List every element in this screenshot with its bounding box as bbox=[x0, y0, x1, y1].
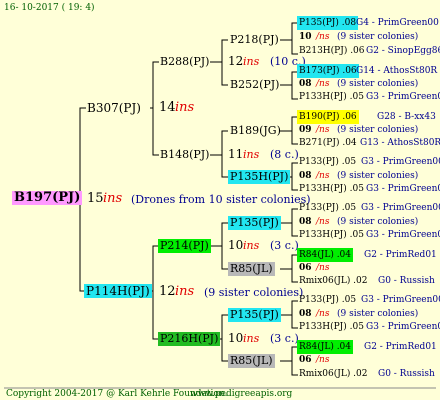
gen4-bottom-queen[interactable]: B213H(PJ) .06 bbox=[299, 46, 365, 56]
gen4-ins: /ns bbox=[316, 32, 330, 42]
gen4-bottom-line: G3 - PrimGreen00 bbox=[366, 230, 440, 240]
gen4-top-queen[interactable]: B190(PJ) .06 bbox=[297, 110, 359, 124]
gen4-bottom-queen[interactable]: P133H(PJ) .05 bbox=[299, 322, 364, 332]
gen2-d-count: 10 bbox=[228, 331, 244, 345]
gen4-bottom-queen[interactable]: B271(PJ) .04 bbox=[299, 138, 357, 148]
gen2-d-queen[interactable]: P216H(PJ) bbox=[158, 332, 221, 346]
gen4-ins: /ns bbox=[316, 309, 330, 319]
gen4-ins: /ns bbox=[316, 355, 330, 365]
gen4-count: 08 bbox=[299, 79, 312, 89]
gen4-note: (9 sister colonies) bbox=[337, 32, 419, 42]
gen4-bottom-queen[interactable]: P133H(PJ) .05 bbox=[299, 92, 364, 102]
gen4-top-line: G14 - AthosSt80R bbox=[356, 66, 438, 76]
gen3-d2-queen[interactable]: R85(JL) bbox=[228, 354, 275, 368]
gen3-d1-queen[interactable]: P135(PJ) bbox=[228, 308, 281, 322]
root-drone-count: 15 bbox=[87, 191, 104, 206]
gen2-b-note: (8 c.) bbox=[270, 148, 299, 161]
gen2-a-queen[interactable]: B288(PJ) bbox=[160, 55, 209, 68]
gen4-count: 08 bbox=[299, 171, 312, 181]
gen4-top-line: G4 - PrimGreen00 bbox=[356, 18, 439, 28]
gen2-c-ins: ins bbox=[243, 239, 260, 252]
gen4-count: 06 bbox=[299, 263, 312, 273]
gen4-ins: /ns bbox=[316, 217, 330, 227]
gen3-c1-queen[interactable]: P135(PJ) bbox=[228, 216, 281, 230]
gen4-ins: /ns bbox=[316, 125, 330, 135]
gen4-top-line: G28 - B-xx43 bbox=[377, 112, 436, 122]
root-queen[interactable]: B197(PJ) bbox=[12, 191, 83, 205]
gen3-b2-queen[interactable]: P135H(PJ) bbox=[228, 170, 291, 184]
gen4-bottom-line: G3 - PrimGreen00 bbox=[366, 322, 440, 332]
gen4-top-queen[interactable]: P133(PJ) .05 bbox=[299, 295, 356, 305]
dam-count: 12 bbox=[159, 284, 176, 299]
gen4-bottom-queen[interactable]: Rmix06(JL) .02 bbox=[299, 369, 368, 379]
gen3-a2-queen[interactable]: B252(PJ) bbox=[230, 78, 279, 91]
gen4-top-line: G3 - PrimGreen00 bbox=[361, 157, 440, 167]
gen4-bottom-line: G3 - PrimGreen00 bbox=[366, 92, 440, 102]
gen4-bottom-line: G0 - Russish bbox=[378, 369, 435, 379]
gen4-top-line: G2 - PrimRed01 bbox=[364, 342, 437, 352]
root-ins-label: ins bbox=[103, 191, 123, 206]
gen4-ins: /ns bbox=[316, 79, 330, 89]
gen4-bottom-queen[interactable]: Rmix06(JL) .02 bbox=[299, 276, 368, 286]
gen4-count: 06 bbox=[299, 355, 312, 365]
root-drone-note: (Drones from 10 sister colonies) bbox=[131, 193, 311, 206]
footer-site-link[interactable]: www.pedigreeapis.org bbox=[190, 389, 292, 399]
gen4-count: 09 bbox=[299, 125, 312, 135]
gen4-note: (9 sister colonies) bbox=[337, 125, 419, 135]
gen4-count: 08 bbox=[299, 217, 312, 227]
report-date: 16- 10-2017 ( 19: 4) bbox=[4, 3, 95, 13]
gen3-b1-queen[interactable]: B189(JG) bbox=[230, 124, 281, 137]
gen4-count: 10 bbox=[299, 32, 312, 42]
gen4-top-line: G3 - PrimGreen00 bbox=[361, 295, 440, 305]
dam-ins-label: ins bbox=[175, 284, 195, 299]
gen2-d-ins: ins bbox=[243, 332, 260, 345]
sire-count: 14 bbox=[159, 100, 176, 115]
gen4-bottom-line: G3 - PrimGreen00 bbox=[366, 184, 440, 194]
gen4-top-queen[interactable]: P133(PJ) .05 bbox=[299, 203, 356, 213]
gen4-ins: /ns bbox=[316, 263, 330, 273]
sire-ins-label: ins bbox=[175, 100, 195, 115]
gen4-note: (9 sister colonies) bbox=[337, 309, 419, 319]
gen3-a1-queen[interactable]: P218(PJ) bbox=[230, 33, 279, 46]
gen4-top-line: G2 - PrimRed01 bbox=[364, 250, 437, 260]
gen4-top-queen[interactable]: R84(JL) .04 bbox=[297, 248, 354, 262]
gen4-top-queen[interactable]: B173(PJ) .06 bbox=[297, 64, 359, 78]
gen4-ins: /ns bbox=[316, 171, 330, 181]
gen4-bottom-queen[interactable]: P133H(PJ) .05 bbox=[299, 184, 364, 194]
gen4-top-queen[interactable]: P133(PJ) .05 bbox=[299, 157, 356, 167]
gen4-top-queen[interactable]: P135(PJ) .08 bbox=[297, 16, 359, 30]
gen2-b-queen[interactable]: B148(PJ) bbox=[160, 148, 209, 161]
gen4-note: (9 sister colonies) bbox=[337, 79, 419, 89]
gen2-c-count: 10 bbox=[228, 238, 244, 252]
gen2-c-note: (3 c.) bbox=[270, 239, 299, 252]
gen2-d-note: (3 c.) bbox=[270, 332, 299, 345]
gen4-note: (9 sister colonies) bbox=[337, 217, 419, 227]
gen2-a-count: 12 bbox=[228, 54, 244, 68]
gen2-a-ins: ins bbox=[243, 55, 260, 68]
gen4-bottom-line: G2 - SinopEgg86R bbox=[366, 46, 440, 56]
gen3-c2-queen[interactable]: R85(JL) bbox=[228, 262, 275, 276]
gen4-bottom-queen[interactable]: P133H(PJ) .05 bbox=[299, 230, 364, 240]
gen2-b-ins: ins bbox=[243, 148, 260, 161]
gen4-bottom-line: G0 - Russish bbox=[378, 276, 435, 286]
gen2-c-queen[interactable]: P214(PJ) bbox=[158, 239, 211, 253]
gen4-top-queen[interactable]: R84(JL) .04 bbox=[297, 340, 354, 354]
gen4-bottom-line: G13 - AthosSt80R bbox=[360, 138, 440, 148]
dam-queen[interactable]: P114H(PJ) bbox=[84, 284, 152, 298]
pedigree-page: 16- 10-2017 ( 19: 4) B197(PJ) 15 ins (Dr… bbox=[0, 0, 440, 400]
gen4-top-line: G3 - PrimGreen00 bbox=[361, 203, 440, 213]
sire-queen[interactable]: B307(PJ) bbox=[87, 101, 141, 115]
gen4-count: 08 bbox=[299, 309, 312, 319]
dam-note: (9 sister colonies) bbox=[204, 286, 304, 299]
gen4-note: (9 sister colonies) bbox=[337, 171, 419, 181]
gen2-b-count: 11 bbox=[228, 147, 244, 161]
